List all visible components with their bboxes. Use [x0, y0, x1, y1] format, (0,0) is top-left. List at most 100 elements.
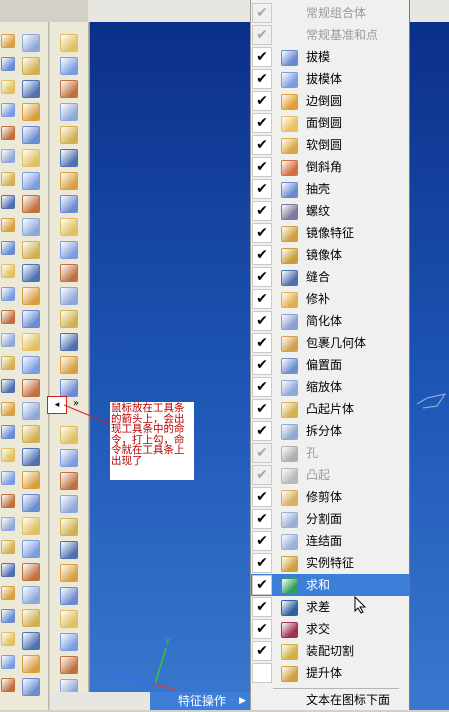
- menu-item-checkbox[interactable]: ✔: [252, 597, 272, 617]
- menu-item-checkbox[interactable]: ✔: [252, 575, 272, 595]
- menu-item[interactable]: ✔ 装配切割: [251, 640, 409, 662]
- toolbar-tool-icon[interactable]: [1, 609, 15, 623]
- toolbar-tool-icon[interactable]: [1, 563, 15, 577]
- menu-item-checkbox[interactable]: ✔: [252, 267, 272, 287]
- toolbar-tool-icon[interactable]: [1, 655, 15, 669]
- toolbar-tool-icon[interactable]: [60, 495, 78, 513]
- toolbar-tool-icon[interactable]: [60, 126, 78, 144]
- toolbar-tool-icon[interactable]: [1, 540, 15, 554]
- toolbar-tool-icon[interactable]: [1, 241, 15, 255]
- toolbar-tool-icon[interactable]: [60, 287, 78, 305]
- menu-item-checkbox[interactable]: ✔: [252, 289, 272, 309]
- toolbar-tool-icon[interactable]: [22, 126, 40, 144]
- toolbar-tool-icon[interactable]: [22, 218, 40, 236]
- menu-item[interactable]: ✔ 连结面: [251, 530, 409, 552]
- toolbar-tool-icon[interactable]: [60, 472, 78, 490]
- toolbar-tool-icon[interactable]: [60, 610, 78, 628]
- menu-item[interactable]: ✔ 包裹几何体: [251, 332, 409, 354]
- toolbar-tool-icon[interactable]: [1, 586, 15, 600]
- menu-item[interactable]: ✔ 求和: [251, 574, 409, 596]
- toolbar-tool-icon[interactable]: [1, 425, 15, 439]
- toolbar-tool-icon[interactable]: [22, 34, 40, 52]
- toolbar-tool-icon[interactable]: [60, 633, 78, 651]
- toolbar-tool-icon[interactable]: [22, 57, 40, 75]
- toolbar-tool-icon[interactable]: [22, 678, 40, 696]
- menu-item[interactable]: ✔ 螺纹: [251, 200, 409, 222]
- menu-item-checkbox[interactable]: ✔: [252, 377, 272, 397]
- menu-item-checkbox[interactable]: ✔: [252, 421, 272, 441]
- toolbar-tool-icon[interactable]: [60, 449, 78, 467]
- menu-item[interactable]: ✔ 修剪体: [251, 486, 409, 508]
- menu-item-checkbox[interactable]: ✔: [252, 487, 272, 507]
- toolbar-tool-icon[interactable]: [60, 103, 78, 121]
- toolbar-tool-icon[interactable]: [22, 195, 40, 213]
- toolbar-tool-icon[interactable]: [22, 471, 40, 489]
- toolbar-tool-icon[interactable]: [1, 195, 15, 209]
- toolbar-tool-icon[interactable]: [1, 471, 15, 485]
- toolbar-tool-icon[interactable]: [1, 379, 15, 393]
- toolbar-tool-icon[interactable]: [1, 172, 15, 186]
- toolbar-tool-icon[interactable]: [22, 632, 40, 650]
- toolbar-tool-icon[interactable]: [22, 310, 40, 328]
- toolbar-tool-icon[interactable]: [1, 57, 15, 71]
- menu-item-checkbox[interactable]: ✔: [252, 157, 272, 177]
- toolbar-tool-icon[interactable]: [22, 540, 40, 558]
- menu-item-checkbox[interactable]: ✔: [252, 113, 272, 133]
- menu-item[interactable]: ✔ 实例特征: [251, 552, 409, 574]
- menu-item[interactable]: ✔ 分割面: [251, 508, 409, 530]
- toolbar-tool-icon[interactable]: [60, 80, 78, 98]
- menu-item-checkbox[interactable]: ✔: [252, 333, 272, 353]
- toolbar-tool-icon[interactable]: [1, 126, 15, 140]
- toolbar-tool-icon[interactable]: [1, 80, 15, 94]
- menu-item-text-below-icon[interactable]: 文本在图标下面: [251, 690, 409, 712]
- menu-item-checkbox[interactable]: ✔: [252, 91, 272, 111]
- toolbar-tool-icon[interactable]: [22, 586, 40, 604]
- toolbar-tool-icon[interactable]: [1, 494, 15, 508]
- toolbar-tool-icon[interactable]: [1, 678, 15, 692]
- menu-item[interactable]: ✔ 凸起: [251, 464, 409, 486]
- toolbar-tool-icon[interactable]: [60, 310, 78, 328]
- toolbar-tool-icon[interactable]: [60, 218, 78, 236]
- toolbar-tool-icon[interactable]: [1, 402, 15, 416]
- menu-item-checkbox[interactable]: ✔: [252, 399, 272, 419]
- toolbar-tool-icon[interactable]: [22, 379, 40, 397]
- toolbar-tool-icon[interactable]: [1, 218, 15, 232]
- menu-item-checkbox[interactable]: [252, 663, 272, 683]
- menu-item[interactable]: ✔ 镜像体: [251, 244, 409, 266]
- toolbar-tool-icon[interactable]: [22, 356, 40, 374]
- toolbar-tool-icon[interactable]: [60, 426, 78, 444]
- menu-item-checkbox[interactable]: ✔: [252, 355, 272, 375]
- toolbar-tool-icon[interactable]: [22, 103, 40, 121]
- toolbar-tool-icon[interactable]: [60, 656, 78, 674]
- toolbar-tool-icon[interactable]: [22, 609, 40, 627]
- toolbar-tool-icon[interactable]: [60, 34, 78, 52]
- menu-item-checkbox[interactable]: ✔: [252, 245, 272, 265]
- toolbar-tool-icon[interactable]: [60, 587, 78, 605]
- toolbar-tool-icon[interactable]: [22, 241, 40, 259]
- menu-item[interactable]: ✔ 修补: [251, 288, 409, 310]
- menu-item-checkbox[interactable]: ✔: [252, 3, 272, 23]
- toolbar-tool-icon[interactable]: [1, 448, 15, 462]
- menu-item[interactable]: ✔ 求交: [251, 618, 409, 640]
- menu-item-checkbox[interactable]: ✔: [252, 69, 272, 89]
- toolbar-tool-icon[interactable]: [1, 333, 15, 347]
- toolbar-tool-icon[interactable]: [22, 172, 40, 190]
- menu-item-checkbox[interactable]: ✔: [252, 553, 272, 573]
- toolbar-tool-icon[interactable]: [22, 655, 40, 673]
- toolbar-tool-icon[interactable]: [60, 57, 78, 75]
- toolbar-tool-icon[interactable]: [22, 333, 40, 351]
- menu-item[interactable]: ✔ 偏置面: [251, 354, 409, 376]
- toolbar-tool-icon[interactable]: [22, 402, 40, 420]
- menu-item[interactable]: ✔ 面倒圆: [251, 112, 409, 134]
- menu-item[interactable]: ✔ 拆分体: [251, 420, 409, 442]
- toolbar-tool-icon[interactable]: [22, 80, 40, 98]
- menu-item[interactable]: ✔ 常规基准和点: [251, 24, 409, 46]
- menu-item[interactable]: ✔ 抽壳: [251, 178, 409, 200]
- toolbar-tool-icon[interactable]: [60, 356, 78, 374]
- menu-item-checkbox[interactable]: ✔: [252, 223, 272, 243]
- menu-item-checkbox[interactable]: ✔: [252, 179, 272, 199]
- toolbar-tool-icon[interactable]: [60, 541, 78, 559]
- toolbar-tool-icon[interactable]: [60, 264, 78, 282]
- feature-operation-submenu[interactable]: 特征操作 ▶: [150, 692, 250, 710]
- toolbar-tool-icon[interactable]: [1, 149, 15, 163]
